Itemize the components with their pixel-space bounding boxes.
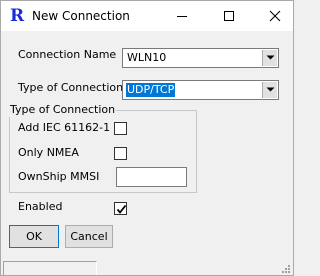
add-iec-checkbox[interactable] bbox=[114, 122, 127, 135]
type-of-connection-label: Type of Connection bbox=[18, 81, 124, 94]
app-logo-icon: R bbox=[10, 6, 25, 26]
type-of-connection-combo[interactable]: UDP/TCP bbox=[122, 80, 279, 100]
resize-grip-icon[interactable] bbox=[280, 263, 291, 274]
only-nmea-checkbox[interactable] bbox=[114, 147, 127, 160]
cancel-button[interactable]: Cancel bbox=[65, 225, 113, 248]
connection-name-value: WLN10 bbox=[127, 51, 167, 64]
ownship-mmsi-input[interactable] bbox=[116, 167, 187, 187]
chevron-down-icon bbox=[266, 55, 275, 60]
ok-button[interactable]: OK bbox=[9, 225, 59, 248]
type-of-connection-dropdown-button[interactable] bbox=[262, 82, 277, 98]
window-title: New Connection bbox=[32, 9, 130, 23]
only-nmea-label: Only NMEA bbox=[18, 146, 79, 159]
enabled-label: Enabled bbox=[18, 200, 63, 213]
chevron-down-icon bbox=[266, 87, 275, 92]
status-panel bbox=[3, 261, 97, 275]
close-button[interactable] bbox=[260, 1, 290, 31]
maximize-button[interactable] bbox=[214, 1, 244, 31]
minimize-icon bbox=[177, 16, 187, 17]
enabled-checkbox[interactable] bbox=[114, 202, 127, 215]
close-icon bbox=[269, 10, 281, 22]
title-bar[interactable]: R New Connection bbox=[1, 1, 293, 31]
minimize-button[interactable] bbox=[167, 1, 197, 31]
status-bar bbox=[1, 259, 293, 275]
connection-name-combo[interactable]: WLN10 bbox=[122, 48, 279, 68]
type-of-connection-value: UDP/TCP bbox=[126, 83, 176, 97]
groupbox-legend: Type of Connection bbox=[9, 103, 117, 117]
ownship-mmsi-label: OwnShip MMSI bbox=[18, 170, 100, 183]
add-iec-label: Add IEC 61162-1 bbox=[18, 121, 111, 134]
maximize-icon bbox=[224, 11, 234, 21]
new-connection-dialog: R New Connection Connection Name WLN10 T… bbox=[0, 0, 294, 276]
connection-name-label: Connection Name bbox=[18, 48, 117, 61]
connection-name-dropdown-button[interactable] bbox=[262, 50, 277, 66]
checkmark-icon bbox=[116, 204, 127, 214]
